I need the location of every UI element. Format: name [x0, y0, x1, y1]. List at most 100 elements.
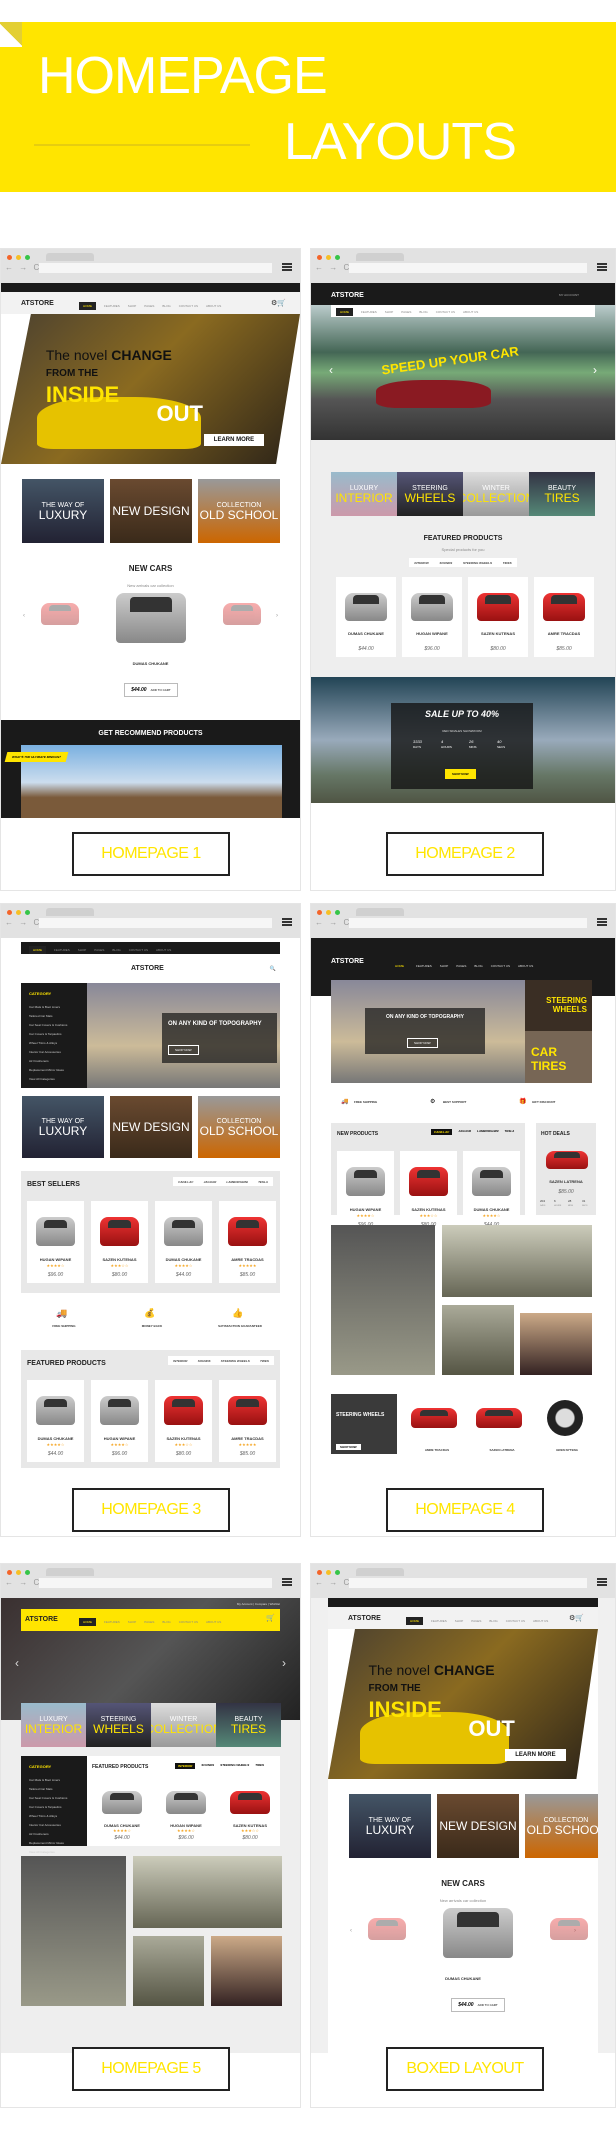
next-arrow[interactable]: › — [282, 1656, 286, 1670]
promo-tile[interactable]: LUXURY INTERIOR — [331, 472, 397, 516]
category-item[interactable]: Interior Car Accessories — [29, 1823, 61, 1827]
hero-slider[interactable]: ON ANY KIND OF TOPOGRAPHY SHOP NOW — [87, 983, 280, 1088]
address-bar[interactable] — [349, 1578, 587, 1588]
product-card[interactable]: HUGAN WIPANE★★★★☆ $96.00 — [91, 1380, 148, 1462]
tab-0[interactable]: INTERIOR — [175, 1763, 196, 1769]
promo-tile[interactable]: STEERING WHEELS — [86, 1703, 151, 1747]
hamburger-icon[interactable] — [597, 918, 607, 926]
menu-item-6[interactable]: ABOUT US — [206, 1620, 221, 1624]
side-banner-tires[interactable]: CAR TIRES — [525, 1031, 592, 1083]
category-item[interactable]: Interior Car Accessories — [29, 1050, 61, 1054]
next-arrow[interactable]: › — [276, 613, 278, 619]
menu-item-0[interactable]: HOME — [406, 1617, 423, 1625]
maximize-dot[interactable] — [25, 1570, 30, 1575]
menu-item-6[interactable]: ABOUT US — [206, 304, 221, 308]
address-bar[interactable] — [349, 263, 587, 273]
menu-item-5[interactable]: CONTACT US — [179, 1620, 198, 1624]
menu-item-6[interactable]: ABOUT US — [518, 964, 533, 968]
tab-3[interactable]: TESLA — [258, 1180, 268, 1184]
menu-item-3[interactable]: PAGES — [94, 948, 104, 952]
side-banner-steering[interactable]: STEERING WHEELS — [525, 980, 592, 1031]
category-item[interactable]: Air Fresheners — [29, 1832, 49, 1836]
promo-tile[interactable]: WINTERCOLLECTION — [151, 1703, 216, 1747]
category-item[interactable]: Car Covers & Tarpaulins — [29, 1805, 61, 1809]
tab-2[interactable]: STEERING WHEELS — [220, 1763, 249, 1769]
menu-item-1[interactable]: FEATURES — [416, 964, 432, 968]
close-dot[interactable] — [7, 255, 12, 260]
menu-item-4[interactable]: BLOG — [112, 948, 120, 952]
layout-label-hp4[interactable]: HOMEPAGE 4 — [386, 1488, 544, 1532]
promo-tile[interactable]: NEW DESIGN — [110, 1096, 192, 1158]
site-logo[interactable]: ATSTORE — [331, 958, 364, 965]
prev-arrow[interactable]: ‹ — [23, 613, 25, 619]
menu-item-3[interactable]: PAGES — [456, 964, 466, 968]
address-bar[interactable] — [39, 918, 272, 928]
hero-slider[interactable]: ON ANY KIND OF TOPOGRAPHY SHOP NOW — [331, 980, 525, 1083]
menu-item-6[interactable]: ABOUT US — [463, 310, 478, 314]
menu-item-4[interactable]: BLOG — [474, 964, 482, 968]
menu-item-0[interactable]: HOME — [336, 308, 353, 316]
menu-item-1[interactable]: FEATURES — [361, 310, 377, 314]
browser-nav-icons[interactable]: ← → C — [315, 918, 351, 927]
menu-item-1[interactable]: FEATURES — [104, 304, 120, 308]
site-logo[interactable]: ATSTORE — [331, 292, 364, 299]
browser-tab[interactable] — [356, 1568, 404, 1576]
menu-item-6[interactable]: ABOUT US — [156, 948, 171, 952]
maximize-dot[interactable] — [25, 255, 30, 260]
tab-1[interactable]: JAGUAR — [458, 1129, 471, 1135]
tab-2[interactable]: LAMBORGHINI — [477, 1129, 499, 1135]
minimize-dot[interactable] — [16, 910, 21, 915]
promo-tile[interactable]: COLLECTION OLD SCHOOL — [525, 1794, 598, 1858]
category-item[interactable]: Car Covers & Tarpaulins — [29, 1032, 61, 1036]
promo-tile[interactable]: THE WAY OF LUXURY — [349, 1794, 431, 1858]
browser-nav-icons[interactable]: ← → C — [315, 1578, 351, 1587]
hero-slider[interactable]: My Account | Compare | Wishlist ATSTORE HO… — [1, 1598, 300, 1720]
category-item[interactable]: Wheel Trims & Alloys — [29, 1041, 57, 1045]
browser-tab[interactable] — [46, 908, 94, 916]
product-card[interactable]: DUMAS CHUKANE★★★★☆$44.00 — [463, 1151, 520, 1233]
close-dot[interactable] — [317, 910, 322, 915]
shop-now-button[interactable]: SHOP NOW — [336, 1444, 361, 1450]
category-item[interactable]: View All Categories — [29, 1850, 55, 1854]
product-card[interactable]: HUGAN WIPANE★★★★☆ $96.00 — [27, 1201, 84, 1283]
menu-item-3[interactable]: PAGES — [471, 1619, 481, 1623]
tab-0[interactable]: CADILLAC — [431, 1129, 453, 1135]
menu-item-4[interactable]: BLOG — [162, 1620, 170, 1624]
browser-nav-icons[interactable]: ← → C — [5, 263, 41, 272]
hamburger-icon[interactable] — [282, 918, 292, 926]
minimize-dot[interactable] — [326, 1570, 331, 1575]
tab-3[interactable]: TIRES — [503, 561, 512, 565]
category-item[interactable]: Replacement Mirror Glass — [29, 1068, 64, 1072]
promo-tile[interactable]: COLLECTION OLD SCHOOL — [198, 1096, 280, 1158]
hero-slider[interactable]: The novel CHANGE FROM THE INSIDE OUT LEARN M… — [1, 314, 300, 464]
hero-slider[interactable]: The novel CHANGE FROM THE INSIDE OUT LEARN M… — [328, 1629, 598, 1779]
product-card[interactable]: SAZEN KUTENAS★★★☆☆ $80.00 — [155, 1380, 212, 1462]
menu-item-2[interactable]: SHOP — [128, 1620, 137, 1624]
menu-item-5[interactable]: CONTACT US — [129, 948, 148, 952]
browser-nav-icons[interactable]: ← → C — [5, 918, 41, 927]
tab-2[interactable]: STEERING WHEELS — [463, 561, 492, 565]
hamburger-icon[interactable] — [597, 1578, 607, 1586]
learn-more-button[interactable]: LEARN MORE — [203, 434, 265, 446]
promo-tile[interactable]: STEERING WHEELS — [397, 472, 463, 516]
promo-tile[interactable]: NEW DESIGN — [110, 479, 192, 543]
close-dot[interactable] — [7, 1570, 12, 1575]
site-logo[interactable]: ATSTORE — [348, 1615, 381, 1622]
menu-item-0[interactable]: HOME — [79, 1618, 96, 1626]
tab-3[interactable]: TIRES — [255, 1763, 264, 1769]
shop-now-button[interactable]: SHOP NOW — [445, 769, 476, 779]
product-card[interactable]: AMRE TRACDAS ★★★★★ $85.00 — [219, 1201, 276, 1283]
browser-tab[interactable] — [356, 908, 404, 916]
promo-tile[interactable]: THE WAY OF LUXURY — [22, 1096, 104, 1158]
close-dot[interactable] — [317, 255, 322, 260]
add-to-cart-button[interactable]: $44.00 ADD TO CART — [451, 1998, 505, 2012]
menu-item-2[interactable]: SHOP — [128, 304, 137, 308]
maximize-dot[interactable] — [335, 1570, 340, 1575]
steering-promo[interactable]: STEERING WHEELS SHOP NOW — [331, 1394, 397, 1454]
tab-0[interactable]: INTERIOR — [414, 561, 428, 565]
layout-label-hp1[interactable]: HOMEPAGE 1 — [72, 832, 230, 876]
cart-icon[interactable]: ⚙🛒 — [271, 299, 286, 307]
product-card[interactable]: DUMAS CHUKANE★★★★☆$44.00 — [27, 1380, 84, 1462]
menu-item-2[interactable]: SHOP — [78, 948, 87, 952]
menu-item-1[interactable]: FEATURES — [54, 948, 70, 952]
